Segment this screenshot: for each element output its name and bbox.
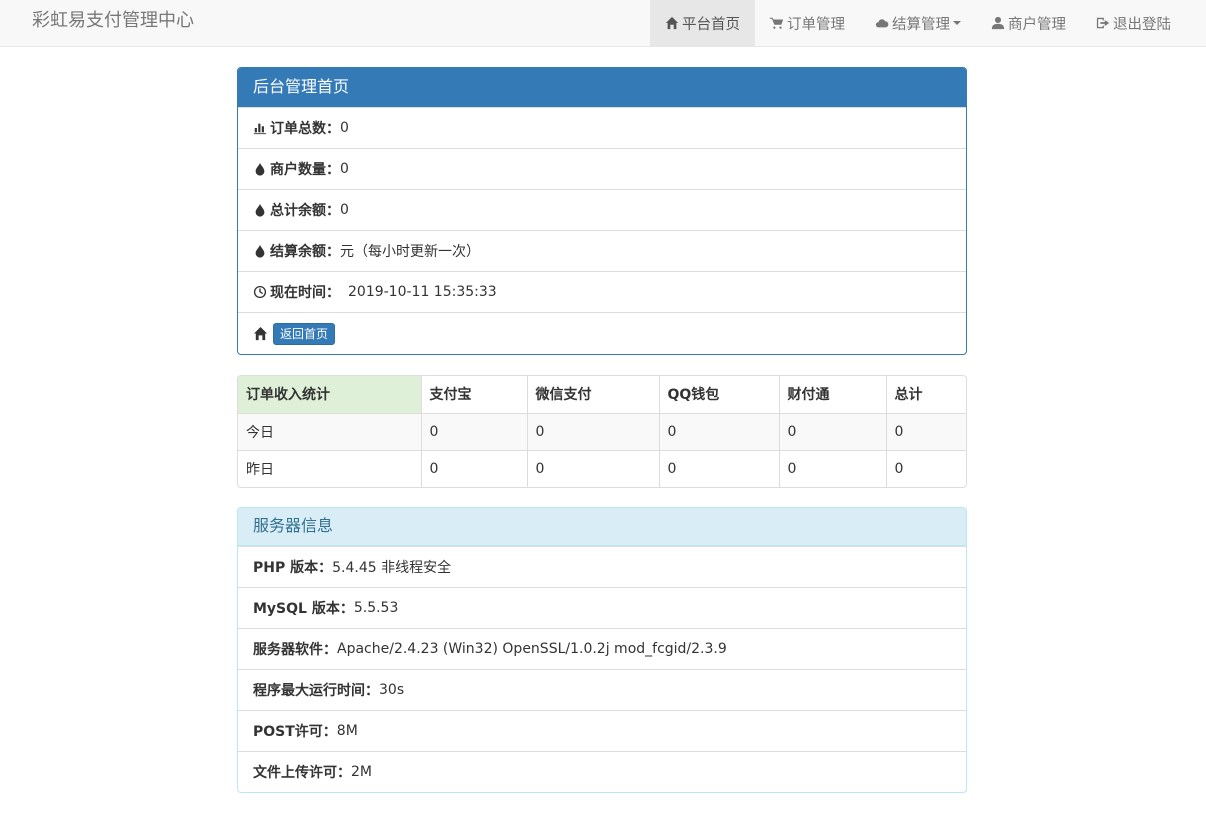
server-info-panel: 服务器信息 PHP 版本： 5.4.45 非线程安全 MySQL 版本： 5.5… [237, 507, 967, 793]
table-cell: 0 [527, 413, 660, 451]
row-label: 程序最大运行时间： [253, 683, 379, 699]
table-header-cell: 财付通 [779, 376, 887, 414]
table-header-cell: 订单收入统计 [238, 376, 422, 414]
total-balance-row: 总计余额： 0 [238, 189, 966, 230]
row-label: PHP 版本： [253, 560, 333, 576]
tint-icon [255, 244, 265, 258]
merchant-count-row: 商户数量： 0 [238, 148, 966, 189]
post-limit-row: POST许可： 8M [238, 710, 966, 751]
row-label: 现在时间： [270, 285, 340, 301]
top-navbar: 彩虹易支付管理中心 平台首页 订单管理 结算管理 商户管理 退出登陆 [0, 0, 1206, 47]
home-icon [665, 16, 679, 30]
row-value: 0 [340, 161, 349, 177]
table-cell: 0 [527, 450, 660, 487]
admin-home-panel: 后台管理首页 订单总数： 0 商户数量： 0 总计余额： 0 结算余额： 元（每… [237, 67, 967, 355]
row-label: MySQL 版本： [253, 601, 354, 617]
row-value: 5.5.53 [353, 600, 399, 616]
nav-item-label: 退出登陆 [1113, 16, 1171, 33]
user-icon [991, 16, 1005, 30]
nav-menu: 平台首页 订单管理 结算管理 商户管理 退出登陆 [650, 0, 1186, 46]
tint-icon [255, 203, 265, 217]
server-software-row: 服务器软件： Apache/2.4.23 (Win32) OpenSSL/1.0… [238, 628, 966, 669]
clock-icon [253, 285, 267, 299]
row-value: 0 [340, 120, 349, 136]
home-icon [253, 326, 268, 341]
cloud-icon [875, 19, 889, 28]
nav-item-settlement[interactable]: 结算管理 [860, 0, 976, 46]
bar-chart-icon [253, 123, 267, 135]
nav-item-label: 商户管理 [1008, 16, 1066, 33]
row-value: 元（每小时更新一次） [340, 244, 480, 260]
row-label: 订单总数： [270, 121, 340, 137]
nav-item-orders[interactable]: 订单管理 [755, 0, 860, 46]
row-label: 总计余额： [270, 203, 340, 219]
table-cell: 昨日 [238, 450, 422, 487]
row-value: Apache/2.4.23 (Win32) OpenSSL/1.0.2j mod… [337, 641, 727, 657]
table-cell: 0 [894, 460, 904, 477]
table-row: 昨日 0 0 0 0 0 [238, 450, 966, 487]
tint-icon [255, 162, 265, 176]
mysql-version-row: MySQL 版本： 5.5.53 [238, 587, 966, 628]
nav-item-merchants[interactable]: 商户管理 [976, 0, 1081, 46]
row-value: 5.4.45 非线程安全 [332, 560, 452, 576]
order-income-stats-table: 订单收入统计 支付宝 微信支付 QQ钱包 财付通 总计 今日 0 0 0 0 0… [237, 375, 967, 488]
table-cell: 0 [421, 413, 528, 451]
max-exec-time-row: 程序最大运行时间： 30s [238, 669, 966, 710]
nav-item-logout[interactable]: 退出登陆 [1081, 0, 1186, 46]
table-cell: 0 [779, 413, 887, 451]
nav-item-label: 结算管理 [892, 16, 950, 33]
nav-item-home[interactable]: 平台首页 [650, 0, 755, 46]
panel-title: 服务器信息 [238, 508, 966, 546]
table-header-cell: 支付宝 [421, 376, 528, 414]
table-header-cell: 微信支付 [527, 376, 660, 414]
cart-icon [770, 17, 784, 29]
row-value: 2019-10-11 15:35:33 [348, 284, 497, 300]
order-total-row: 订单总数： 0 [238, 107, 966, 148]
logout-icon [1096, 17, 1110, 29]
row-label: 文件上传许可： [253, 765, 351, 781]
row-label: POST许可： [253, 724, 337, 740]
table-cell: 0 [886, 413, 966, 451]
table-cell: 0 [779, 450, 887, 487]
table-header-cell: QQ钱包 [659, 376, 780, 414]
upload-limit-row: 文件上传许可： 2M [238, 751, 966, 792]
brand-title[interactable]: 彩虹易支付管理中心 [32, 0, 194, 46]
chevron-down-icon [953, 21, 961, 25]
table-cell: 今日 [238, 413, 422, 451]
row-value: 0 [340, 202, 349, 218]
row-value: 8M [336, 723, 358, 739]
php-version-row: PHP 版本： 5.4.45 非线程安全 [238, 546, 966, 587]
table-row: 今日 0 0 0 0 0 [238, 413, 966, 451]
table-cell: 0 [659, 450, 780, 487]
row-value: 2M [351, 764, 372, 780]
row-label: 商户数量： [270, 162, 340, 178]
row-label: 结算余额： [270, 244, 340, 260]
row-value: 30s [379, 682, 405, 698]
settlement-balance-row: 结算余额： 元（每小时更新一次） [238, 230, 966, 271]
table-header-cell: 总计 [886, 376, 966, 414]
nav-item-label: 订单管理 [787, 16, 845, 33]
table-cell: 0 [421, 450, 528, 487]
back-home-button[interactable]: 返回首页 [273, 322, 336, 345]
row-label: 服务器软件： [253, 642, 337, 658]
table-header-row: 订单收入统计 支付宝 微信支付 QQ钱包 财付通 总计 [238, 376, 966, 414]
home-button-row: 返回首页 [238, 312, 966, 354]
current-time-row: 现在时间： 2019-10-11 15:35:33 [238, 271, 966, 312]
nav-item-label: 平台首页 [682, 16, 740, 33]
table-cell: 0 [659, 413, 780, 451]
panel-title: 后台管理首页 [238, 68, 966, 107]
